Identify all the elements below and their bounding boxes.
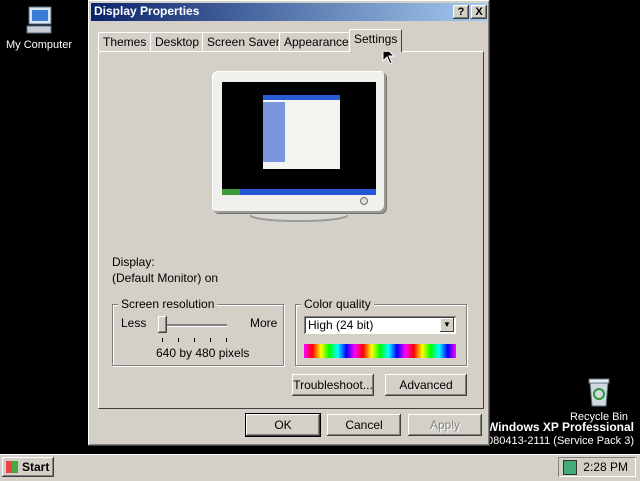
screen-resolution-legend: Screen resolution: [118, 297, 218, 311]
my-computer-desktop-icon[interactable]: My Computer: [4, 4, 74, 51]
start-button[interactable]: Start: [2, 457, 54, 477]
preview-window: [263, 95, 340, 169]
display-properties-window: Display Properties ? X Themes Desktop Sc…: [88, 0, 490, 446]
tab-appearance[interactable]: Appearance: [279, 32, 354, 52]
monitor-case: [212, 71, 386, 213]
windows-logo-icon: [6, 461, 18, 473]
tab-settings[interactable]: Settings: [349, 29, 403, 52]
monitor-power-led: [360, 197, 368, 205]
ok-button[interactable]: OK: [246, 414, 320, 436]
slider-tick: [194, 338, 195, 342]
screen-resolution-group: Screen resolution Less More 640 by 480 p…: [112, 297, 284, 366]
advanced-button[interactable]: Advanced: [385, 374, 467, 396]
monitor-preview: [212, 71, 388, 222]
system-tray: 2:28 PM: [558, 457, 636, 477]
display-label: Display:: [112, 255, 155, 269]
slider-tick: [226, 338, 227, 342]
preview-taskbar: [222, 189, 376, 195]
os-version-watermark: Windows XP Professional 080413-2111 (Ser…: [487, 420, 634, 448]
recycle-bin-desktop-icon[interactable]: Recycle Bin: [568, 376, 630, 423]
color-quality-selected-value: High (24 bit): [308, 318, 374, 332]
settings-tab-panel: Display: (Default Monitor) on Screen res…: [98, 51, 484, 409]
monitor-screen-preview: [222, 82, 376, 195]
help-button[interactable]: ?: [453, 5, 469, 19]
slider-tick: [162, 338, 163, 342]
color-quality-select[interactable]: High (24 bit) ▼: [304, 316, 456, 334]
resolution-slider-thumb[interactable]: [158, 316, 167, 333]
tab-themes[interactable]: Themes: [98, 32, 152, 52]
slider-tick: [178, 338, 179, 342]
network-tray-icon[interactable]: [563, 460, 577, 475]
resolution-value-text: 640 by 480 pixels: [156, 346, 250, 360]
start-label: Start: [22, 460, 50, 474]
taskbar: Start 2:28 PM: [0, 454, 640, 481]
slider-tick: [210, 338, 211, 342]
os-name-text: Windows XP Professional: [486, 420, 634, 434]
cancel-button[interactable]: Cancel: [327, 414, 401, 436]
tab-desktop[interactable]: Desktop: [150, 32, 205, 52]
resolution-slider-track[interactable]: [161, 324, 227, 327]
my-computer-label: My Computer: [5, 39, 73, 51]
recycle-bin-icon: [588, 378, 610, 407]
computer-icon: [26, 6, 52, 34]
title-bar[interactable]: Display Properties ? X: [91, 3, 487, 21]
color-spectrum-bar: [304, 344, 456, 358]
os-build-text: 080413-2111 (Service Pack 3): [487, 435, 634, 447]
chevron-down-icon[interactable]: ▼: [440, 318, 454, 332]
apply-button[interactable]: Apply: [408, 414, 482, 436]
clock[interactable]: 2:28 PM: [583, 460, 628, 474]
color-quality-group: Color quality High (24 bit) ▼: [295, 297, 467, 366]
preview-start-button: [222, 189, 240, 195]
resolution-less-label: Less: [121, 316, 147, 330]
display-value: (Default Monitor) on: [112, 271, 219, 285]
tab-screen-saver[interactable]: Screen Saver: [202, 32, 285, 52]
window-title: Display Properties: [94, 4, 200, 18]
resolution-more-label: More: [250, 316, 278, 330]
troubleshoot-button[interactable]: Troubleshoot...: [292, 374, 374, 396]
preview-window-sidebar: [263, 102, 285, 162]
close-button[interactable]: X: [471, 5, 487, 19]
color-quality-legend: Color quality: [301, 297, 374, 311]
